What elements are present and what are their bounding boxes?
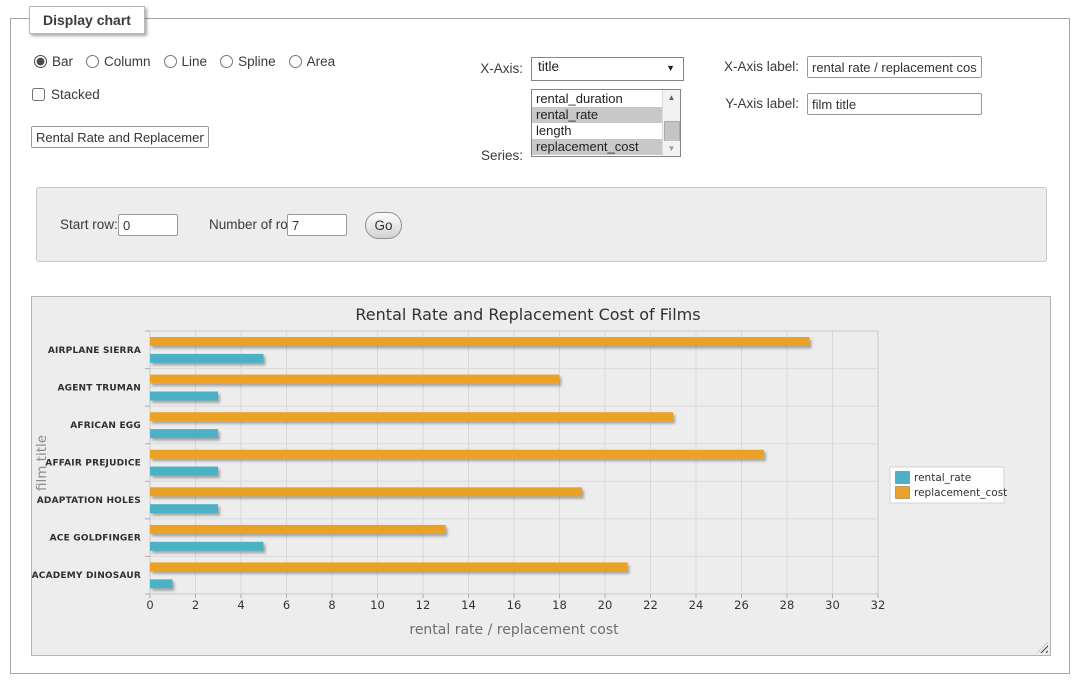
x-tick-label: 0 <box>146 598 153 612</box>
x-tick-label: 32 <box>871 598 886 612</box>
stacked-checkbox[interactable] <box>32 88 45 101</box>
bar-rental_rate <box>150 542 264 551</box>
x-tick-label: 30 <box>825 598 840 612</box>
series-option[interactable]: length <box>532 123 663 139</box>
rows-form: Start row: Number of rows: Go <box>36 187 1047 262</box>
x-axis-title: rental rate / replacement cost <box>409 622 619 638</box>
chart-title: Rental Rate and Replacement Cost of Film… <box>355 305 700 324</box>
category-label: AFRICAN EGG <box>70 421 141 431</box>
series-option[interactable]: replacement_cost <box>532 139 663 155</box>
x-axis-select-label: X-Axis: <box>431 61 523 76</box>
bar-rental_rate <box>150 467 218 476</box>
bar-rental_rate <box>150 392 218 401</box>
x-tick-label: 2 <box>192 598 199 612</box>
x-tick-label: 12 <box>416 598 431 612</box>
chart-area: 02468101214161820222426283032AIRPLANE SI… <box>31 296 1051 656</box>
x-tick-label: 18 <box>552 598 567 612</box>
category-label: AFFAIR PREJUDICE <box>45 459 141 469</box>
y-axis-label-caption: Y-Axis label: <box>639 96 799 111</box>
x-tick-label: 28 <box>780 598 795 612</box>
go-button[interactable]: Go <box>365 212 402 239</box>
stacked-option[interactable]: Stacked <box>32 87 100 102</box>
panel-legend: Display chart <box>29 6 145 34</box>
bar-replacement_cost <box>150 525 446 534</box>
legend-label-replacement_cost: replacement_cost <box>914 487 1007 499</box>
page: { "panel": { "legend": "Display chart" }… <box>0 0 1081 681</box>
chart-type-radio-column[interactable] <box>86 55 99 68</box>
x-tick-label: 6 <box>283 598 290 612</box>
x-tick-label: 26 <box>734 598 749 612</box>
bar-rental_rate <box>150 429 218 438</box>
x-tick-label: 20 <box>598 598 613 612</box>
x-tick-label: 16 <box>507 598 522 612</box>
x-tick-label: 24 <box>689 598 704 612</box>
bar-replacement_cost <box>150 375 559 384</box>
category-label: ACE GOLDFINGER <box>50 534 141 544</box>
legend-label-rental_rate: rental_rate <box>914 472 971 484</box>
chart-type-option-spline[interactable]: Spline <box>220 54 276 69</box>
bar-replacement_cost <box>150 562 628 571</box>
chart-type-option-column[interactable]: Column <box>86 54 151 69</box>
bar-replacement_cost <box>150 337 810 346</box>
scrollbar-down-icon[interactable]: ▼ <box>663 141 680 156</box>
chart-type-option-line[interactable]: Line <box>164 54 208 69</box>
number-of-rows-input[interactable] <box>287 214 347 236</box>
x-axis-label-caption: X-Axis label: <box>639 59 799 74</box>
category-label: ACADEMY DINOSAUR <box>32 571 141 581</box>
y-axis-label-input[interactable] <box>807 93 982 115</box>
category-label: AIRPLANE SIERRA <box>48 346 141 356</box>
chart-type-label-area: Area <box>307 54 336 69</box>
category-label: AGENT TRUMAN <box>57 383 141 393</box>
chart-type-label-bar: Bar <box>52 54 73 69</box>
x-tick-label: 10 <box>370 598 385 612</box>
chart-type-option-bar[interactable]: Bar <box>34 54 73 69</box>
chart-type-radio-spline[interactable] <box>220 55 233 68</box>
chart-type-radio-bar[interactable] <box>34 55 47 68</box>
x-tick-label: 8 <box>328 598 335 612</box>
chart-type-radio-line[interactable] <box>164 55 177 68</box>
bar-rental_rate <box>150 579 173 588</box>
legend-swatch-replacement_cost <box>896 487 910 499</box>
chart-type-radio-group: Bar Column Line Spline Area <box>34 54 348 69</box>
x-tick-label: 22 <box>643 598 658 612</box>
x-axis-label-input[interactable] <box>807 56 982 78</box>
x-axis-selected-value: title <box>538 59 559 74</box>
bar-chart: 02468101214161820222426283032AIRPLANE SI… <box>32 297 1050 655</box>
x-tick-label: 14 <box>461 598 476 612</box>
chart-type-label-line: Line <box>182 54 208 69</box>
start-row-label: Start row: <box>60 217 118 232</box>
start-row-input[interactable] <box>118 214 178 236</box>
legend-swatch-rental_rate <box>896 472 910 484</box>
y-axis-title: film title <box>34 435 50 491</box>
series-listbox-label: Series: <box>431 148 523 163</box>
chart-type-label-column: Column <box>104 54 151 69</box>
chart-title-input[interactable] <box>31 126 209 148</box>
display-chart-panel: Display chart Bar Column Line Spline Are… <box>10 18 1070 674</box>
chart-type-label-spline: Spline <box>238 54 276 69</box>
x-tick-label: 4 <box>237 598 244 612</box>
bar-rental_rate <box>150 504 218 513</box>
bar-rental_rate <box>150 354 264 363</box>
chart-type-radio-area[interactable] <box>289 55 302 68</box>
chart-type-option-area[interactable]: Area <box>289 54 336 69</box>
bar-replacement_cost <box>150 450 764 459</box>
bar-replacement_cost <box>150 487 582 496</box>
stacked-label: Stacked <box>51 87 100 102</box>
bar-replacement_cost <box>150 412 673 421</box>
category-label: ADAPTATION HOLES <box>37 496 141 506</box>
